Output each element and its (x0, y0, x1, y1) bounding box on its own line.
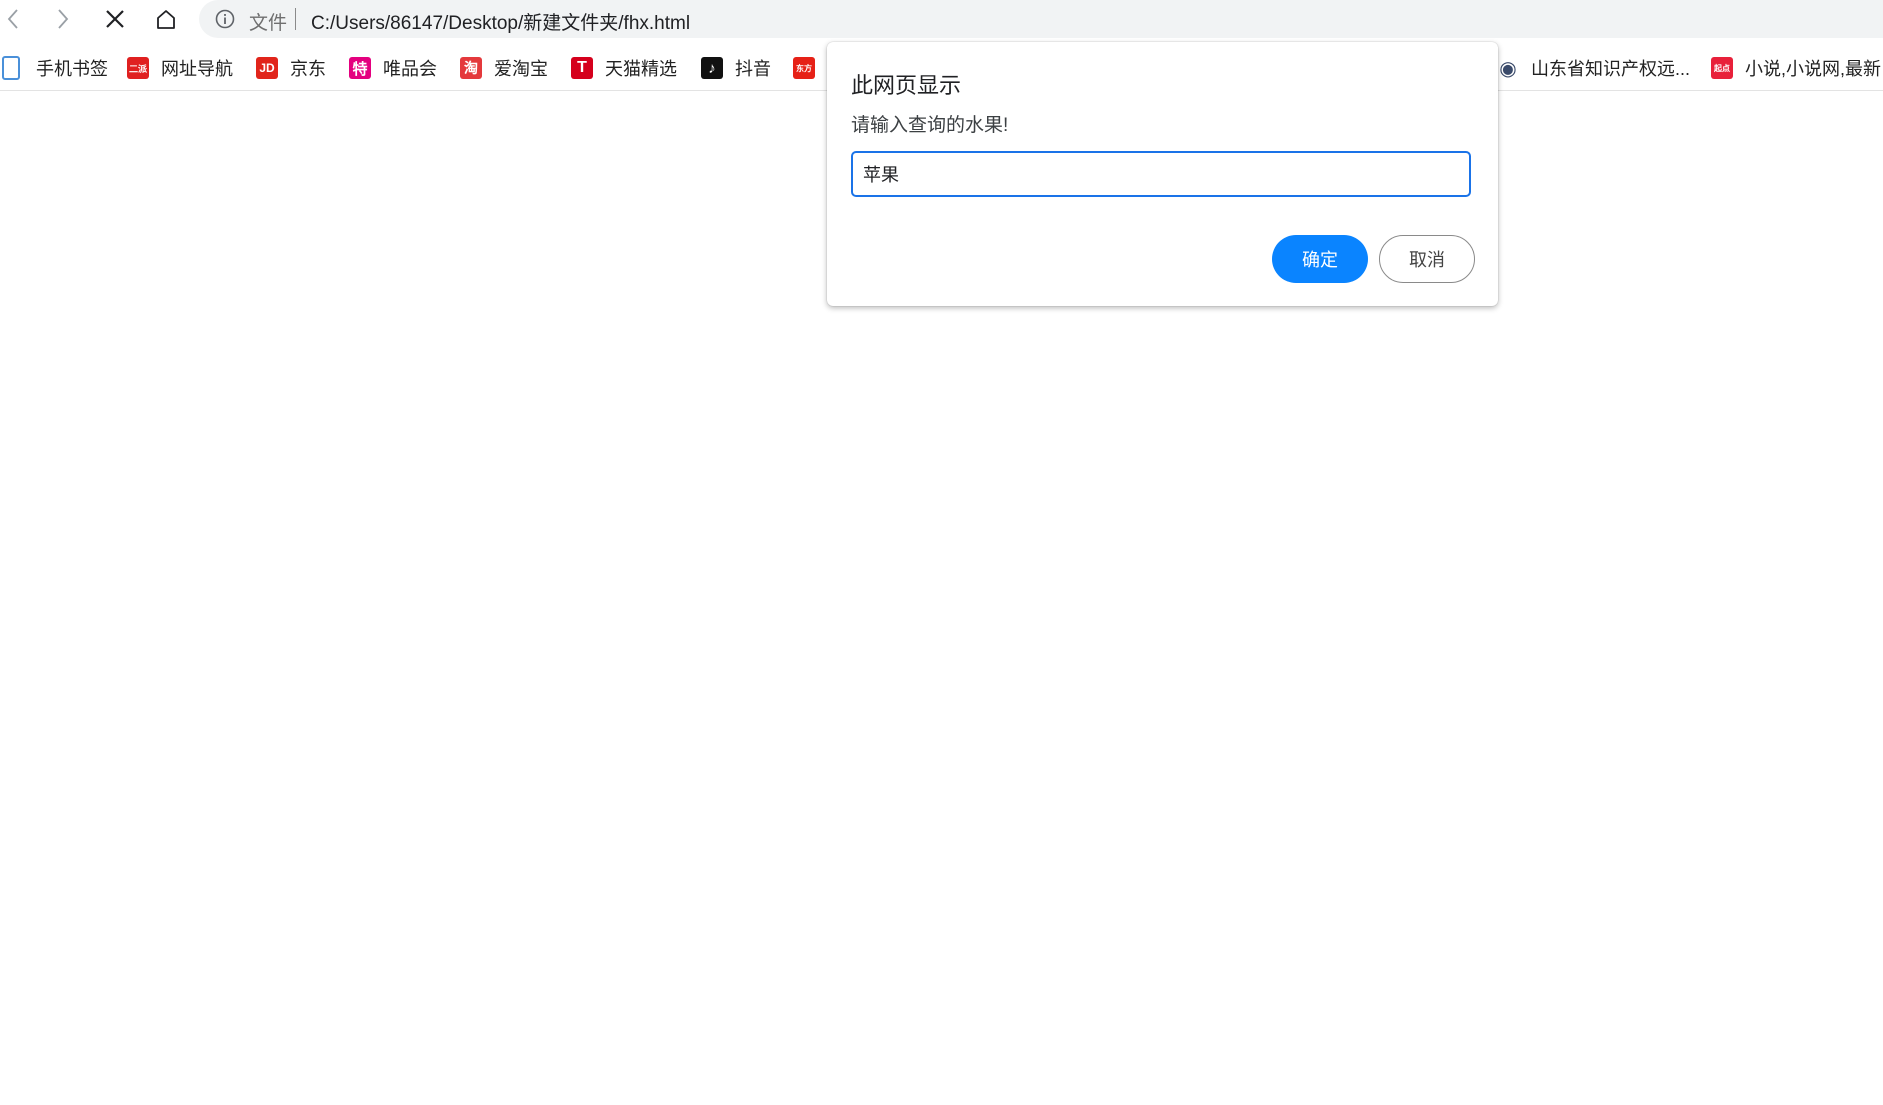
bookmark-label: 唯品会 (383, 59, 437, 79)
dialog-title: 此网页显示 (851, 73, 962, 98)
ok-button[interactable]: 确定 (1272, 235, 1368, 283)
dongfang-icon: 东方 (793, 57, 815, 79)
bookmark-item[interactable]: ♪ 抖音 (701, 55, 771, 81)
omnibox-separator (295, 8, 296, 30)
bookmark-label: 手机书签 (36, 59, 108, 79)
bookmark-item[interactable]: 东方 (793, 55, 827, 81)
address-bar[interactable]: 文件 C:/Users/86147/Desktop/新建文件夹/fhx.html (199, 0, 1883, 38)
url-text[interactable]: C:/Users/86147/Desktop/新建文件夹/fhx.html (311, 8, 690, 35)
tmall-icon: T (571, 57, 593, 79)
stop-loading-button[interactable] (100, 4, 130, 34)
browser-toolbar: 文件 C:/Users/86147/Desktop/新建文件夹/fhx.html (0, 0, 1883, 38)
info-icon[interactable] (215, 9, 235, 29)
dialog-message: 请输入查询的水果! (851, 115, 1009, 136)
bookmark-item[interactable]: 淘 爱淘宝 (460, 55, 548, 81)
bookmark-label: 山东省知识产权远... (1531, 59, 1691, 79)
nav-site-icon: 二派 (127, 57, 149, 79)
sd-ip-icon: ◉ (1497, 57, 1519, 80)
bookmark-item[interactable]: 手机书签 (0, 55, 108, 81)
forward-button[interactable] (48, 4, 78, 34)
bookmark-label: 网址导航 (161, 59, 233, 79)
bookmark-item[interactable]: ◉ 山东省知识产权远... (1497, 55, 1690, 81)
douyin-icon: ♪ (701, 57, 723, 79)
bookmark-item[interactable]: 起点 小说,小说网,最新 (1711, 55, 1881, 81)
qidian-icon: 起点 (1711, 57, 1733, 79)
chevron-right-icon (58, 9, 69, 29)
bookmark-label: 京东 (290, 59, 326, 79)
bookmark-label: 爱淘宝 (494, 59, 548, 79)
bookmark-label: 天猫精选 (605, 59, 677, 79)
bookmark-item[interactable]: JD 京东 (256, 55, 326, 81)
vip-icon: 特 (349, 57, 371, 79)
bookmark-item[interactable]: 二派 网址导航 (127, 55, 233, 81)
chevron-left-icon (7, 9, 18, 29)
taobao-icon: 淘 (460, 57, 482, 79)
bookmark-label: 小说,小说网,最新 (1745, 59, 1882, 79)
bookmark-label: 抖音 (735, 59, 771, 79)
phone-bookmark-icon (2, 56, 20, 80)
back-button[interactable] (0, 4, 28, 34)
bookmark-item[interactable]: 特 唯品会 (349, 55, 437, 81)
cancel-button[interactable]: 取消 (1379, 235, 1475, 283)
prompt-dialog: 此网页显示 请输入查询的水果! 确定 取消 (827, 42, 1498, 306)
bookmark-item[interactable]: T 天猫精选 (571, 55, 677, 81)
close-icon (106, 10, 124, 28)
prompt-input[interactable] (851, 151, 1471, 197)
home-button[interactable] (151, 4, 181, 34)
scheme-label: 文件 (249, 13, 288, 34)
home-icon (157, 10, 175, 29)
jd-icon: JD (256, 57, 278, 79)
